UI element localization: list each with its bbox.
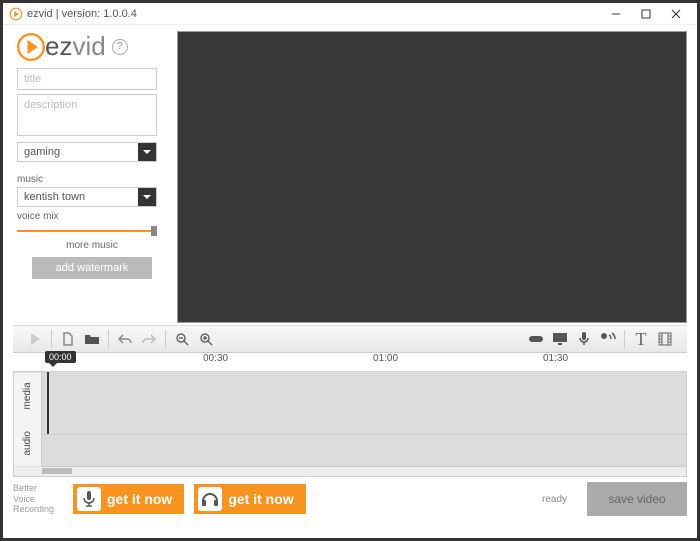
chevron-down-icon <box>138 143 156 161</box>
scrubber[interactable] <box>47 372 49 434</box>
film-icon[interactable] <box>653 327 677 351</box>
footer-promo-text: BetterVoiceRecording <box>13 483 63 515</box>
redo-icon[interactable] <box>137 327 161 351</box>
title-input[interactable] <box>17 68 157 90</box>
add-watermark-button[interactable]: add watermark <box>32 257 152 279</box>
media-track-label: media <box>14 372 41 420</box>
maximize-button[interactable] <box>631 4 661 24</box>
minimize-button[interactable] <box>601 4 631 24</box>
help-icon[interactable]: ? <box>112 39 128 55</box>
titlebar: ezvid | version: 1.0.0.4 <box>3 3 697 25</box>
zoom-in-icon[interactable] <box>194 327 218 351</box>
gamepad-icon[interactable] <box>524 327 548 351</box>
promo-button-2[interactable]: get it now <box>194 484 305 514</box>
media-track[interactable] <box>42 372 686 435</box>
audio-track-label: audio <box>14 420 41 467</box>
undo-icon[interactable] <box>113 327 137 351</box>
time-mark: 00:30 <box>203 353 228 364</box>
voice-mix-label: voice mix <box>17 211 167 222</box>
footer: BetterVoiceRecording get it now get it n… <box>3 477 697 521</box>
time-mark: 01:00 <box>373 353 398 364</box>
description-input[interactable] <box>17 94 157 136</box>
promo-button-1[interactable]: get it now <box>73 484 184 514</box>
timeline-scrollbar[interactable] <box>13 467 687 477</box>
audio-track[interactable] <box>42 435 686 466</box>
microphone-icon[interactable] <box>572 327 596 351</box>
save-video-button[interactable]: save video <box>587 482 687 516</box>
monitor-icon[interactable] <box>548 327 572 351</box>
app-icon <box>9 7 23 21</box>
microphone-promo-icon <box>77 487 101 511</box>
headphones-promo-icon <box>198 487 222 511</box>
window-title: ezvid | version: 1.0.0.4 <box>27 8 137 20</box>
chevron-down-icon <box>138 188 156 206</box>
time-mark: 01:30 <box>543 353 568 364</box>
left-panel: ezvid ? gaming music kentish town voice … <box>17 31 167 323</box>
category-select[interactable]: gaming <box>17 142 157 162</box>
toolbar: T <box>13 325 687 353</box>
preview-area <box>177 31 687 323</box>
timeline: 00:00 00:30 01:00 01:30 media audio <box>13 353 687 477</box>
play-button[interactable] <box>23 327 47 351</box>
music-label: music <box>17 174 167 185</box>
status-text: ready <box>542 494 567 505</box>
logo: ezvid <box>17 31 106 62</box>
zoom-out-icon[interactable] <box>170 327 194 351</box>
folder-open-icon[interactable] <box>80 327 104 351</box>
music-select[interactable]: kentish town <box>17 187 157 207</box>
text-icon[interactable]: T <box>629 327 653 351</box>
time-ruler[interactable]: 00:00 00:30 01:00 01:30 <box>13 353 687 371</box>
speech-icon[interactable] <box>596 327 620 351</box>
file-icon[interactable] <box>56 327 80 351</box>
playhead-time: 00:00 <box>45 351 76 363</box>
close-button[interactable] <box>661 4 691 24</box>
play-icon <box>17 33 45 61</box>
more-music-link[interactable]: more music <box>17 240 167 251</box>
voice-mix-slider[interactable] <box>17 224 157 238</box>
